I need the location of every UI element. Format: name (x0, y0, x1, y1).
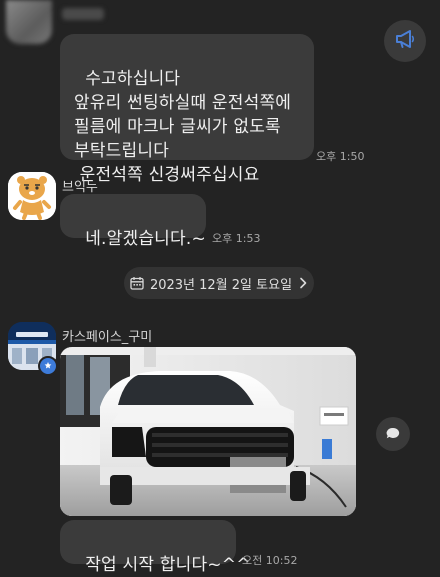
sender-name: 브익누 (62, 180, 98, 195)
date-divider[interactable]: 2023년 12월 2일 토요일 (124, 267, 314, 299)
message-bubble[interactable]: 네.알겠습니다.~ (60, 194, 206, 249)
message-time: 오전 10:52 (242, 554, 298, 567)
message-bubble[interactable]: 작업 시작 합니다~^^ (60, 520, 250, 575)
date-divider-label: 2023년 12월 2일 토요일 (149, 277, 293, 293)
share-icon (385, 426, 401, 442)
chevron-right-icon (298, 277, 308, 289)
message-text: 네.알겠습니다.~ (85, 229, 206, 249)
car-photo (60, 347, 356, 516)
message-time: 오후 1:53 (212, 232, 261, 245)
calendar-icon (130, 276, 144, 290)
message-time: 오후 1:50 (316, 150, 365, 163)
megaphone-icon (394, 29, 416, 53)
message-bubble[interactable]: 수고하십니다 앞유리 썬팅하실때 운전석쪽에 필름에 마크나 글씨가 없도록 부… (60, 34, 314, 185)
sender-name-blurred (62, 8, 104, 20)
avatar[interactable] (8, 172, 56, 220)
verified-badge-icon (38, 356, 58, 376)
message-photo[interactable] (60, 347, 356, 516)
message-text: 작업 시작 합니다~^^ (85, 555, 251, 575)
share-button[interactable] (376, 417, 410, 451)
ryan-avatar-icon (8, 172, 56, 220)
avatar-blurred[interactable] (6, 0, 52, 44)
sender-name: 카스페이스_구미 (62, 330, 153, 345)
announcement-button[interactable] (384, 20, 426, 62)
message-text: 수고하십니다 앞유리 썬팅하실때 운전석쪽에 필름에 마크나 글씨가 없도록 부… (74, 69, 292, 185)
